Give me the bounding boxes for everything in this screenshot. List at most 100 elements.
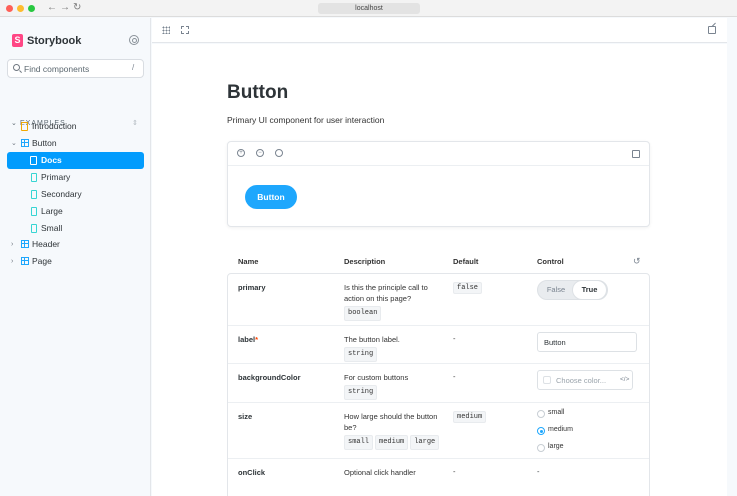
radio-button[interactable] [537, 427, 545, 435]
maximize-window-button[interactable] [28, 5, 35, 12]
boolean-toggle[interactable]: False True [537, 280, 608, 300]
sidebar-item-label: Introduction [32, 121, 77, 131]
open-new-tab-icon[interactable] [708, 26, 716, 34]
open-canvas-icon[interactable] [632, 150, 640, 158]
reset-controls-icon[interactable]: ↺ [633, 256, 641, 267]
arg-default: false [453, 282, 484, 294]
page-subtitle: Primary UI component for user interactio… [227, 115, 385, 125]
color-swatch-icon[interactable] [543, 376, 551, 384]
sidebar-item-small[interactable]: Small [11, 220, 143, 237]
required-asterisk: * [255, 335, 259, 344]
search-icon [13, 64, 20, 71]
arg-description-text: How large should the button be? [344, 412, 438, 432]
address-bar[interactable]: localhost [318, 3, 420, 14]
forward-arrow-icon[interactable]: → [60, 2, 70, 14]
zoom-out-icon[interactable]: − [256, 149, 264, 157]
storybook-logo-icon: S [12, 34, 23, 47]
column-header-default: Default [453, 257, 479, 266]
sidebar-item-primary[interactable]: Primary [11, 169, 143, 186]
page-title: Button [227, 82, 289, 103]
sidebar: S Storybook / ⌄ EXAMPLES ⇕ Introduction … [0, 18, 151, 496]
arg-type-tag: string [344, 385, 378, 400]
chevron-right-icon: › [11, 241, 14, 248]
arg-name: backgroundColor [238, 373, 301, 382]
code-icon[interactable]: </> [620, 376, 629, 383]
sidebar-item-label: Page [32, 256, 52, 266]
story-icon [31, 173, 37, 182]
arg-type-tag: small [344, 435, 374, 450]
arg-name-text: label [238, 335, 256, 344]
label-control[interactable] [537, 332, 637, 352]
radio-label: small [548, 409, 565, 416]
story-icon [31, 190, 37, 199]
storybook-brand[interactable]: S Storybook [12, 34, 81, 47]
sidebar-item-page[interactable]: › Page [11, 253, 143, 270]
radio-label: large [548, 443, 564, 450]
arg-type-tag: large [410, 435, 440, 450]
arg-description-text: The button label. [344, 335, 400, 344]
sidebar-item-header[interactable]: › Header [11, 236, 143, 253]
sidebar-item-large[interactable]: Large [11, 203, 143, 220]
preview-button[interactable]: Button [245, 185, 297, 209]
toggle-switch[interactable]: False True [537, 280, 608, 300]
sidebar-item-introduction[interactable]: Introduction [11, 118, 143, 135]
arg-description: The button label. string [344, 334, 444, 362]
table-row: size How large should the button be? sma… [228, 402, 649, 458]
arg-description-text: Optional click handler [344, 468, 416, 477]
toggle-option-false[interactable]: False [540, 281, 572, 299]
arg-default: - [453, 467, 456, 476]
story-icon [31, 224, 37, 233]
sidebar-item-label: Large [41, 206, 63, 216]
table-row: primary Is this the principle call to ac… [228, 274, 649, 325]
reload-icon[interactable]: ↻ [73, 2, 81, 14]
story-icon [31, 207, 37, 216]
label-input[interactable] [537, 332, 637, 352]
args-table: primary Is this the principle call to ac… [227, 273, 650, 496]
zoom-in-icon[interactable]: + [237, 149, 245, 157]
sidebar-item-button[interactable]: ⌄ Button [11, 135, 143, 152]
sidebar-item-label: Header [32, 239, 60, 249]
grid-icon[interactable] [162, 26, 170, 34]
arg-control-empty: - [537, 467, 540, 476]
arg-description-text: For custom buttons [344, 373, 409, 382]
arg-description: Is this the principle call to action on … [344, 282, 444, 321]
default-value-tag: false [453, 282, 483, 294]
column-header-description: Description [344, 257, 386, 266]
color-picker-input[interactable]: Choose color... </> [537, 370, 633, 390]
minimize-window-button[interactable] [17, 5, 24, 12]
radio-button[interactable] [537, 444, 545, 452]
outline-icon[interactable] [181, 26, 189, 34]
close-window-button[interactable] [6, 5, 13, 12]
browser-titlebar: ← → ↻ localhost [0, 0, 737, 17]
table-row: backgroundColor For custom buttons strin… [228, 363, 649, 402]
color-placeholder: Choose color... [556, 376, 607, 385]
zoom-reset-icon[interactable] [275, 149, 283, 157]
sidebar-item-label: Docs [41, 155, 62, 165]
arg-description: Optional click handler [344, 467, 444, 478]
search-shortcut-key: / [132, 63, 135, 72]
radio-button[interactable] [537, 410, 545, 418]
color-control[interactable]: Choose color... </> [537, 370, 633, 390]
arg-name: label* [238, 335, 258, 344]
sidebar-item-secondary[interactable]: Secondary [11, 186, 143, 203]
story-canvas: + − Button [227, 141, 650, 227]
settings-gear-icon[interactable] [129, 35, 139, 45]
radio-label: medium [548, 426, 573, 433]
canvas-toolbar: + − [228, 142, 649, 166]
search-input[interactable] [24, 60, 129, 77]
table-row: onClick Optional click handler - - [228, 458, 649, 496]
table-row: label* The button label. string - [228, 325, 649, 363]
column-header-name: Name [238, 257, 259, 266]
column-header-control: Control [537, 257, 564, 266]
back-arrow-icon[interactable]: ← [47, 2, 57, 14]
arg-type-tag: medium [375, 435, 409, 450]
brand-title: Storybook [27, 34, 82, 47]
chevron-right-icon: › [11, 258, 14, 265]
sidebar-item-docs[interactable]: Docs [7, 152, 144, 169]
sidebar-item-label: Small [41, 223, 63, 233]
arg-description-text: Is this the principle call to action on … [344, 283, 428, 303]
arg-name: size [238, 412, 253, 421]
arg-description: How large should the button be? small med… [344, 411, 444, 450]
search-box[interactable]: / [7, 59, 144, 78]
toggle-option-true[interactable]: True [573, 281, 606, 299]
